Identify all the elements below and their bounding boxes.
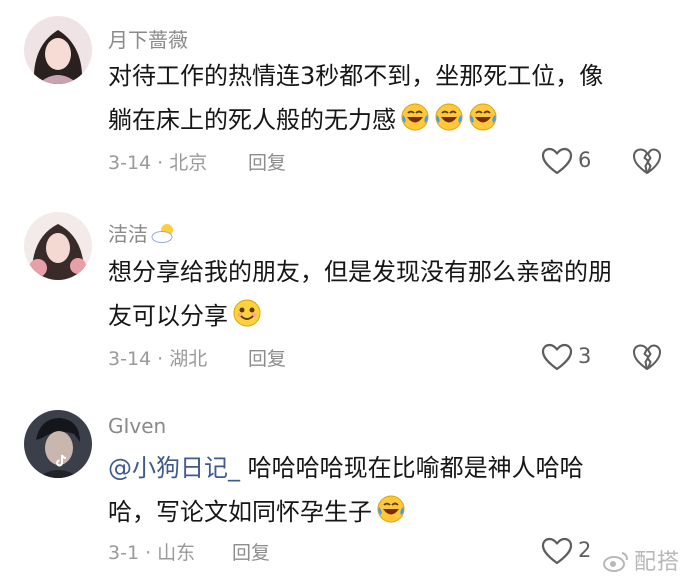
reply-button[interactable]: 回复: [248, 148, 286, 175]
like-count: 3: [578, 344, 592, 368]
username[interactable]: 月下蔷薇: [108, 24, 188, 53]
comment-line: 想分享给我的朋友，但是发现没有那么亲密的朋: [108, 258, 612, 286]
comment-line: 哈，写论文如同怀孕生子: [108, 490, 584, 534]
username[interactable]: GIven: [108, 414, 166, 438]
reply-button[interactable]: 回复: [248, 344, 286, 371]
laugh-icon: [376, 494, 406, 524]
comment-text: 想分享给我的朋友，但是发现没有那么亲密的朋 友可以分享: [108, 250, 612, 338]
avatar[interactable]: [24, 212, 92, 280]
laugh-icon: [468, 102, 498, 132]
laugh-icon: [400, 102, 430, 132]
comment-meta: 3-1 · 山东: [108, 542, 196, 564]
heart-icon[interactable]: [540, 146, 574, 176]
username[interactable]: 洁洁: [108, 218, 178, 247]
broken-heart-icon[interactable]: [632, 146, 662, 176]
comment-text: 对待工作的热情连3秒都不到，坐那死工位，像 躺在床上的死人般的无力感: [108, 54, 603, 142]
tiktok-icon: [56, 454, 67, 467]
comment-text: @小狗日记_ 哈哈哈哈现在比喻都是神人哈哈 哈，写论文如同怀孕生子: [108, 446, 584, 534]
watermark: 配搭: [602, 544, 680, 576]
avatar[interactable]: [24, 16, 92, 84]
like-count: 6: [578, 148, 592, 172]
comment-item: 月下蔷薇 对待工作的热情连3秒都不到，坐那死工位，像 躺在床上的死人般的无力感 …: [0, 0, 690, 200]
sun-cloud-icon: [151, 224, 173, 243]
comment-line: @小狗日记_ 哈哈哈哈现在比喻都是神人哈哈: [108, 454, 584, 482]
broken-heart-icon[interactable]: [632, 342, 662, 372]
comment-meta: 3-14 · 湖北: [108, 348, 208, 370]
comment-item: GIven @小狗日记_ 哈哈哈哈现在比喻都是神人哈哈 哈，写论文如同怀孕生子 …: [0, 400, 690, 580]
mention-link[interactable]: @小狗日记_: [108, 454, 240, 482]
smile-icon: [232, 298, 262, 328]
heart-icon[interactable]: [540, 342, 574, 372]
laugh-icon: [434, 102, 464, 132]
comment-line: 躺在床上的死人般的无力感: [108, 98, 603, 142]
comment-item: 洁洁 想分享给我的朋友，但是发现没有那么亲密的朋 友可以分享 3-14 · 湖北…: [0, 200, 690, 400]
reply-button[interactable]: 回复: [232, 538, 270, 565]
like-count: 2: [578, 538, 592, 562]
weibo-icon: [602, 552, 628, 572]
heart-icon[interactable]: [540, 536, 574, 566]
comment-meta: 3-14 · 北京: [108, 152, 208, 174]
comment-line: 对待工作的热情连3秒都不到，坐那死工位，像: [108, 62, 604, 90]
comment-line: 友可以分享: [108, 294, 612, 338]
